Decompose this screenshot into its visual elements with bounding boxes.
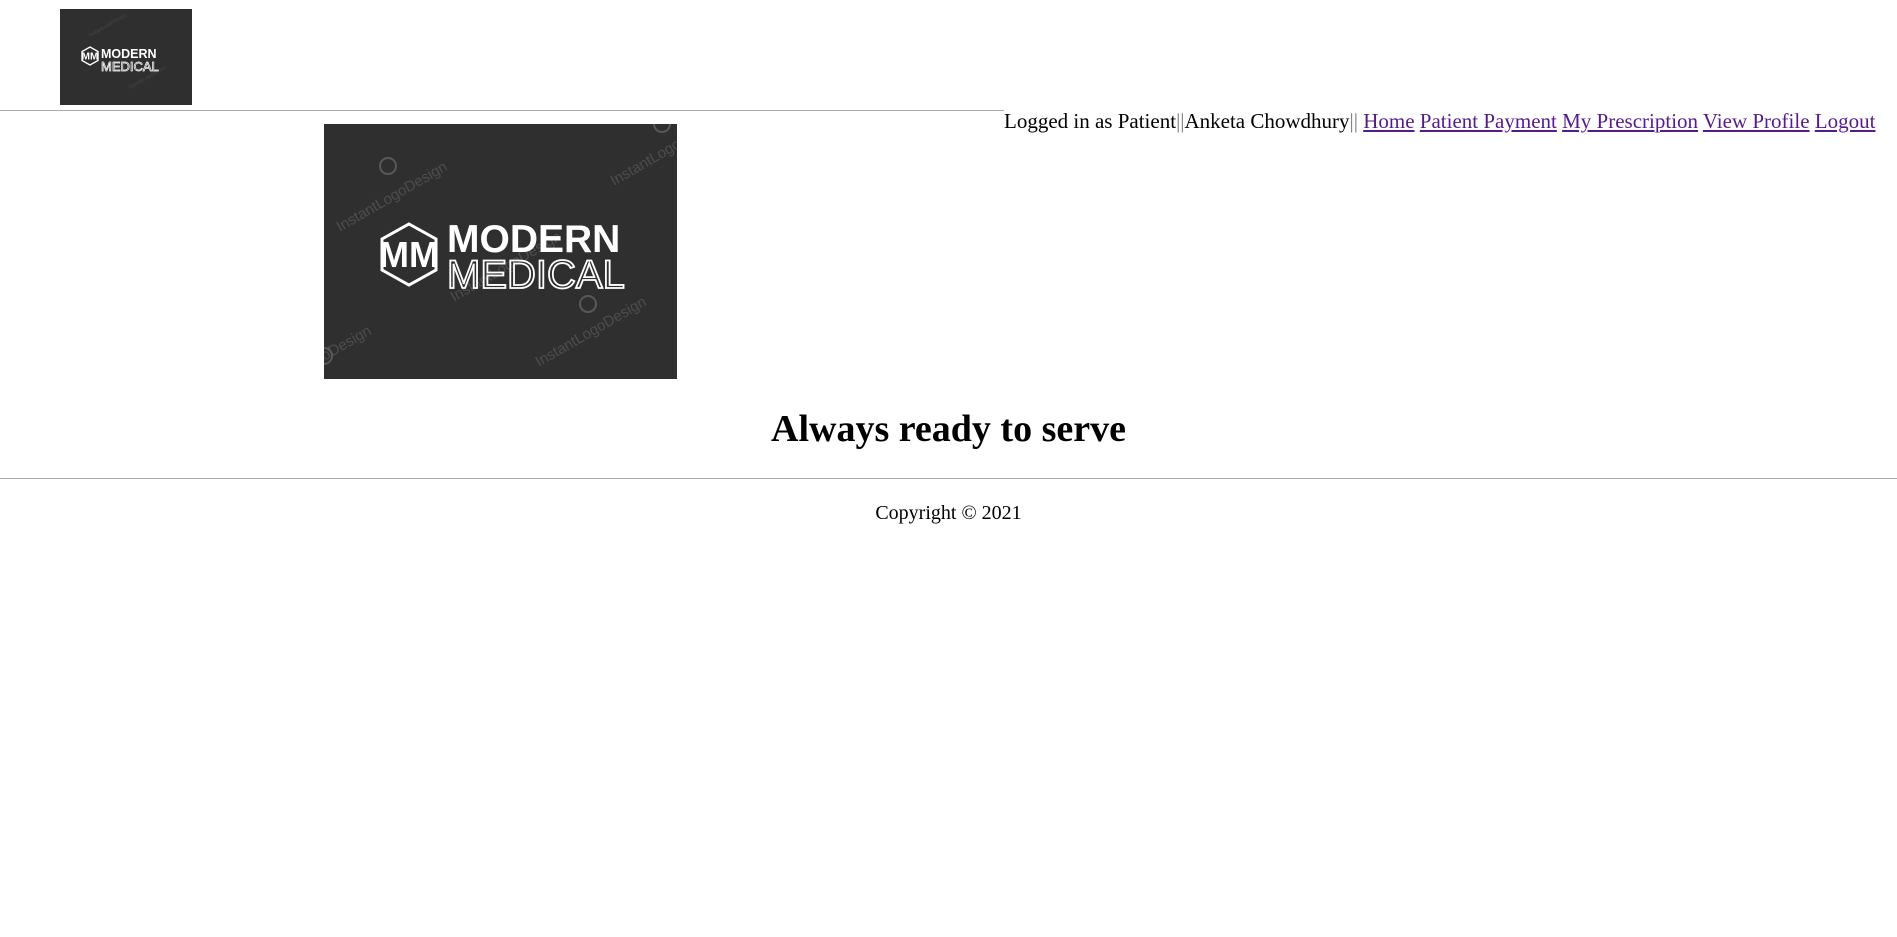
page-headline: Always ready to serve [771, 408, 1126, 450]
user-name: Anketa Chowdhury [1184, 109, 1350, 133]
logo-watermark: InstantLogoDesign [533, 293, 650, 370]
hero-logo: InstantLogoDesign InstantLogoDesign Inst… [324, 124, 677, 379]
logo-watermark: InstantLogoDesign [608, 124, 678, 189]
logo-watermark: InstantLogoDesign [88, 13, 127, 39]
logo-watermark: InstantLogoDesign [334, 158, 451, 235]
separator: || [1349, 109, 1358, 133]
header-logo[interactable]: InstantLogoDesign InstantLogoDesign MM M… [60, 9, 192, 105]
nav-link-my-prescription[interactable]: My Prescription [1562, 109, 1698, 133]
footer-copyright: Copyright © 2021 [875, 502, 1022, 524]
nav-link-home[interactable]: Home [1363, 109, 1414, 133]
logo-monogram: MM [82, 52, 99, 63]
logo-monogram: MM [379, 234, 439, 275]
nav-link-view-profile[interactable]: View Profile [1703, 109, 1810, 133]
nav-link-patient-payment[interactable]: Patient Payment [1420, 109, 1557, 133]
top-divider [0, 110, 1004, 111]
nav-bar: Logged in as Patient||Anketa Chowdhury||… [1004, 109, 1875, 133]
header-logo-graphic: InstantLogoDesign InstantLogoDesign MM M… [81, 13, 167, 91]
page: InstantLogoDesign InstantLogoDesign MM M… [0, 0, 1897, 937]
login-status: Logged in as Patient [1004, 109, 1177, 133]
bottom-divider [0, 478, 1897, 479]
logo-line2: MEDICAL [447, 253, 625, 297]
hero-logo-graphic: InstantLogoDesign InstantLogoDesign Inst… [324, 124, 677, 379]
nav-link-logout[interactable]: Logout [1815, 109, 1876, 133]
logo-watermark: InstantLogoDesign [324, 322, 374, 379]
logo-line2: MEDICAL [101, 59, 159, 74]
